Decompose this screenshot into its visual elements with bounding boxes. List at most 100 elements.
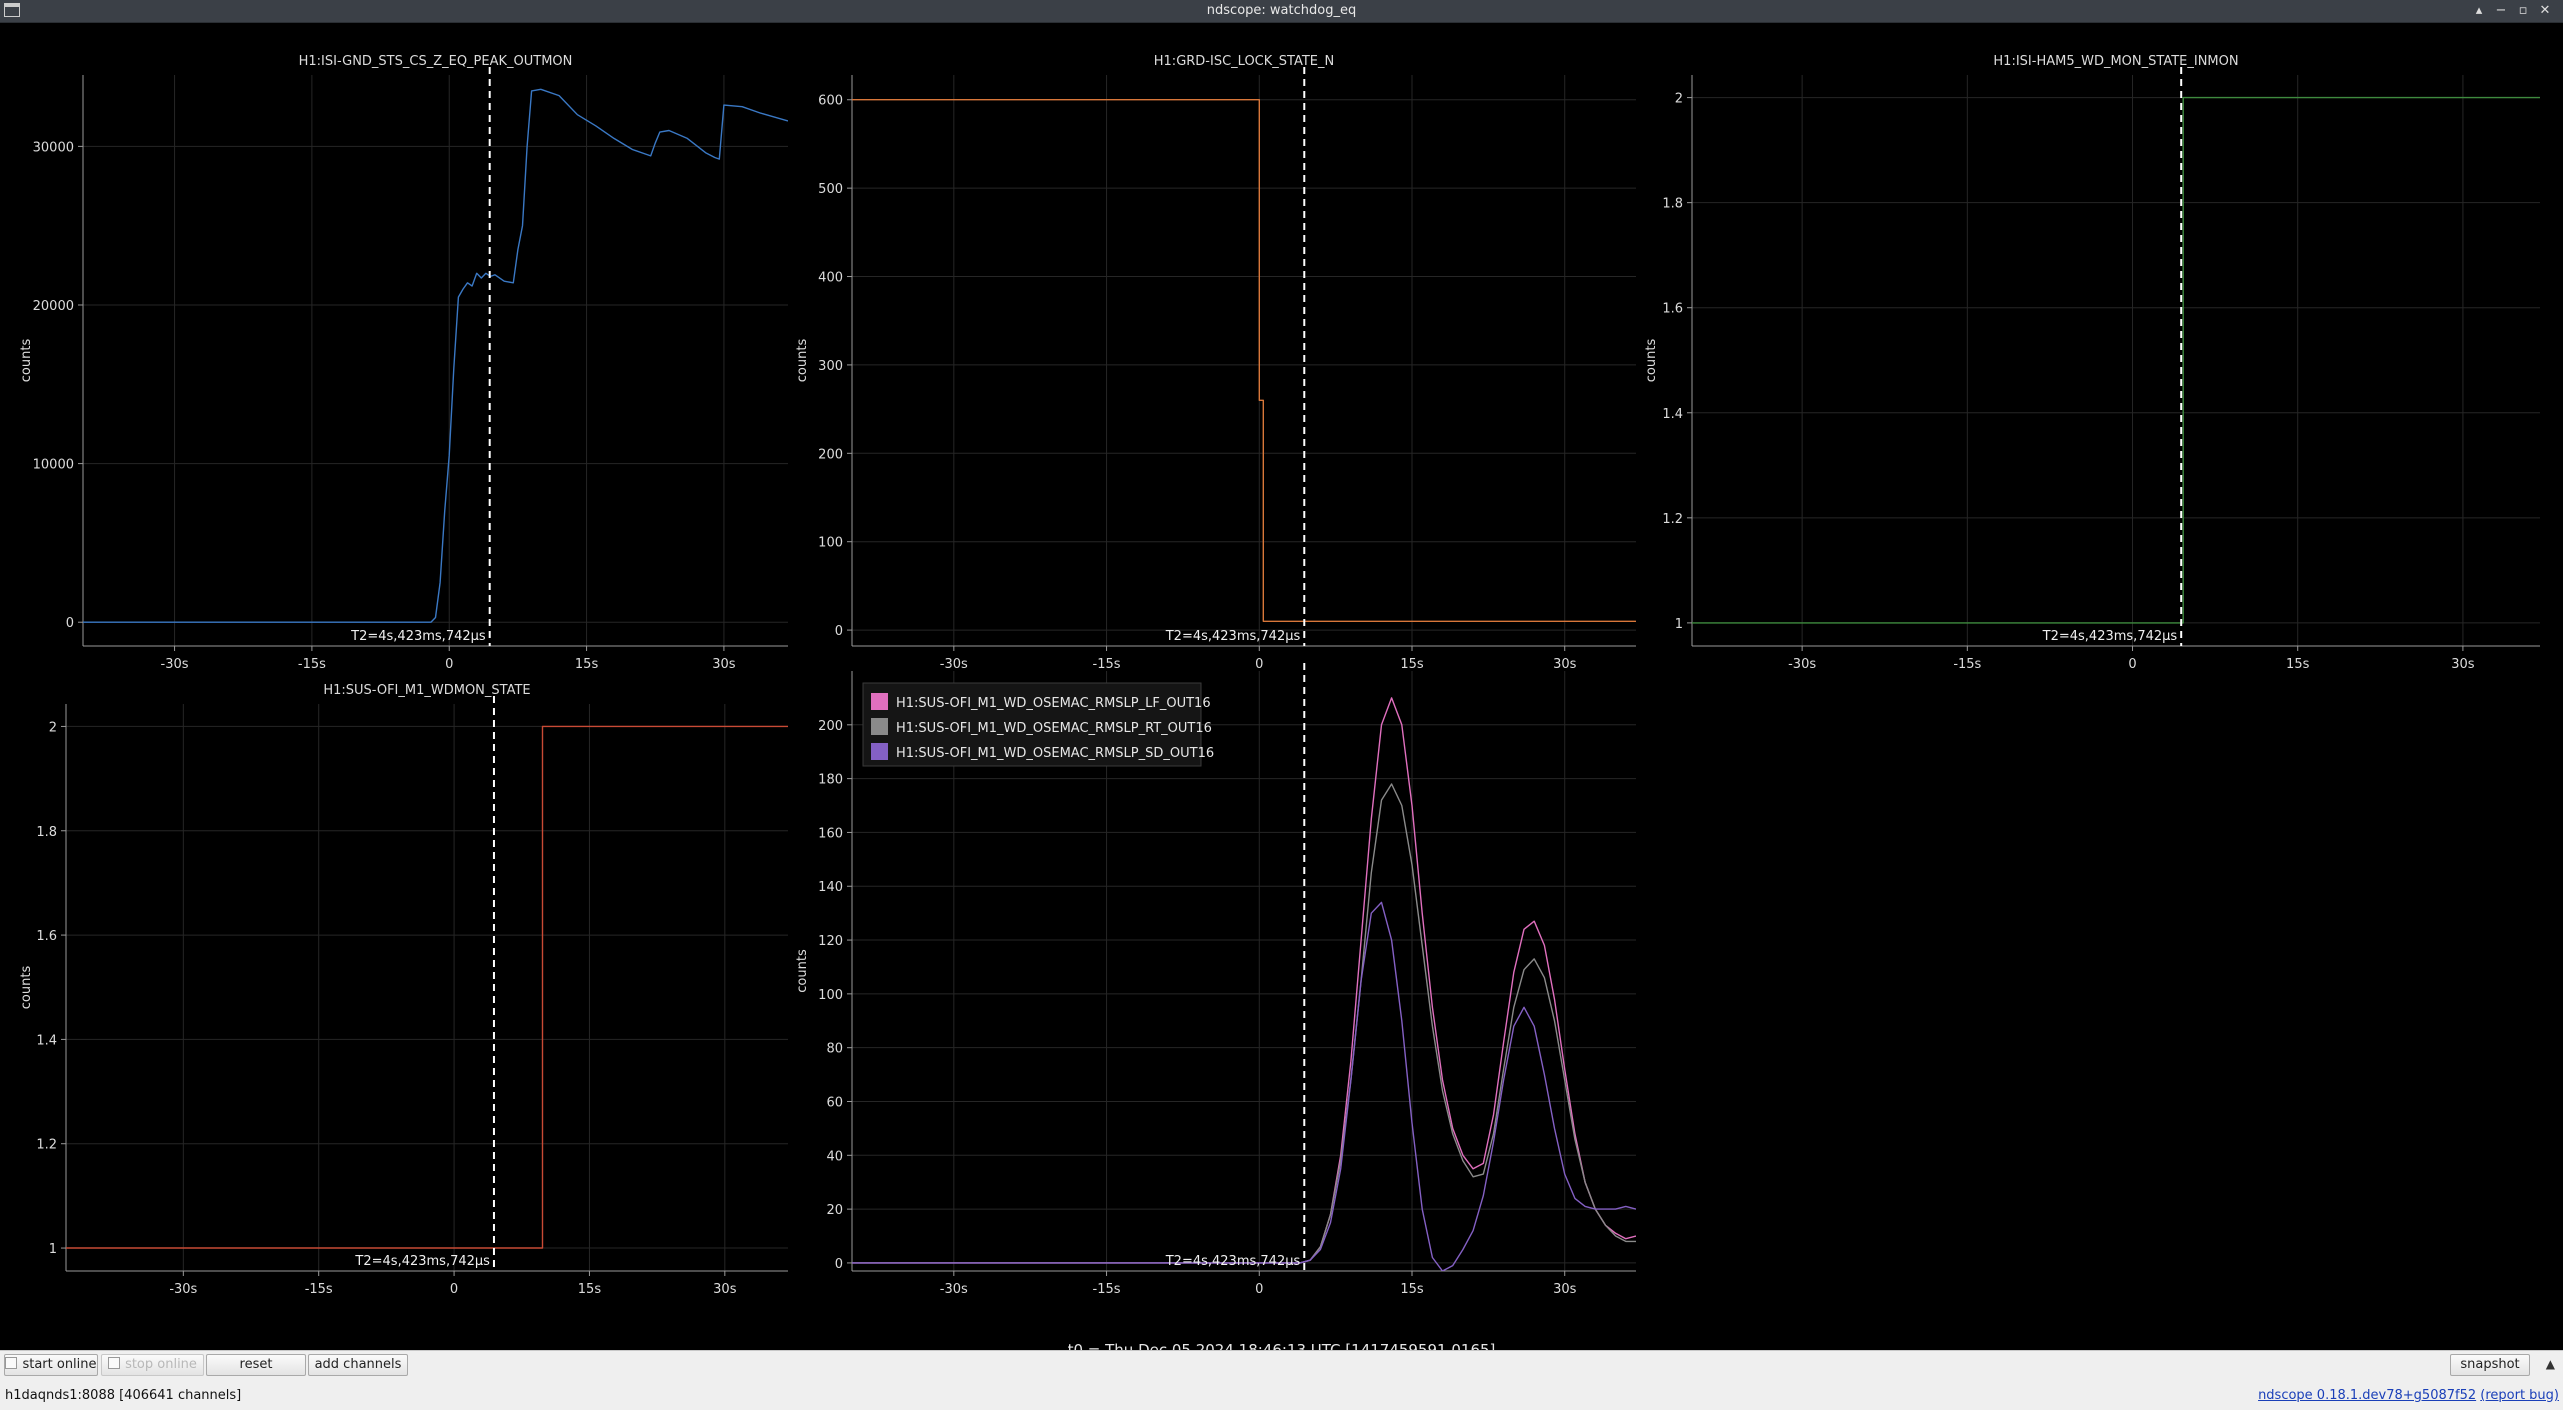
x-tick-label: 0: [445, 657, 453, 672]
cursor-label: T2=4s,423ms,742µs: [2042, 629, 2178, 644]
y-axis-label: counts: [795, 339, 810, 383]
y-axis-label: counts: [19, 966, 34, 1010]
y-tick-label: 600: [818, 94, 843, 109]
x-tick-label: 0: [1255, 657, 1263, 672]
snapshot-button[interactable]: snapshot: [2450, 1354, 2530, 1376]
y-axis-label: counts: [795, 949, 810, 993]
y-tick-label: 60: [826, 1095, 843, 1110]
play-icon: [5, 1357, 18, 1369]
y-tick-label: 80: [826, 1042, 843, 1057]
x-tick-label: -30s: [940, 657, 968, 672]
y-tick-label: 140: [818, 880, 843, 895]
cursor-label: T2=4s,423ms,742µs: [350, 629, 486, 644]
y-tick-label: 160: [818, 826, 843, 841]
y-tick-label: 1: [1675, 617, 1683, 632]
series-line-1: [66, 725, 788, 1249]
chart-title: H1:GRD-ISC_LOCK_STATE_N: [1154, 54, 1334, 69]
y-tick-label: 20: [826, 1203, 843, 1218]
x-tick-label: -15s: [1093, 657, 1121, 672]
x-tick-label: 0: [450, 1282, 458, 1297]
plot-grid[interactable]: -30s -15s 0 15s 30s0100002000030000H1:ISI-GN…: [0, 23, 2563, 1350]
add-channels-button[interactable]: add channels: [308, 1354, 408, 1376]
legend[interactable]: H1:SUS-OFI_M1_WD_OSEMAC_RMSLP_LF_OUT16 H1…: [862, 682, 1214, 767]
series-line-1: [852, 98, 1636, 622]
legend-swatch: [871, 743, 888, 760]
series-line-1: [83, 88, 788, 623]
x-tick-label: 30s: [1553, 657, 1577, 672]
chart-title: H1:ISI-GND_STS_CS_Z_EQ_PEAK_OUTMON: [299, 54, 573, 69]
y-tick-label: 2: [49, 720, 57, 735]
keep-above-button[interactable]: ▴: [2470, 2, 2488, 20]
x-tick-label: -30s: [940, 1282, 968, 1297]
x-tick-label: 30s: [713, 1282, 737, 1297]
start-online-button[interactable]: start online: [4, 1354, 98, 1376]
y-tick-label: 2: [1675, 92, 1683, 107]
legend-swatch: [871, 693, 888, 710]
y-tick-label: 100: [818, 536, 843, 551]
y-tick-label: 30000: [33, 140, 74, 155]
legend-swatch: [871, 718, 888, 735]
y-tick-label: 1.2: [36, 1138, 57, 1153]
chart-4[interactable]: -30s -15s 0 15s 30s 1 1.2 1.4 1.6 1.8 2 H1:SUS-OFI_…: [19, 683, 788, 1297]
series-line-2: [852, 783, 1636, 1264]
minimize-button[interactable]: −: [2492, 2, 2510, 20]
stop-online-button: stop online: [101, 1354, 204, 1376]
y-tick-label: 120: [818, 934, 843, 949]
y-tick-label: 10000: [33, 458, 74, 473]
cursor-label: T2=4s,423ms,742µs: [1165, 629, 1301, 644]
chart-5[interactable]: -30s -15s 0 15s 30s 0 20 40 60 80 100 120 140 160 180 2…: [795, 663, 1636, 1297]
chart-2[interactable]: -30s -15s 0 15s 30s 0 100 200 300 400 500 600 H1:GRD…: [795, 54, 1636, 672]
x-tick-label: 15s: [575, 657, 599, 672]
y-tick-label: 180: [818, 773, 843, 788]
reset-button[interactable]: reset: [206, 1354, 306, 1376]
control-bar: start online stop online reset add chann…: [0, 1350, 2563, 1410]
y-tick-label: 40: [826, 1149, 843, 1164]
legend-label: H1:SUS-OFI_M1_WD_OSEMAC_RMSLP_LF_OUT16: [896, 696, 1211, 711]
version-link[interactable]: ndscope 0.18.1.dev78+g5087f52: [2258, 1388, 2476, 1403]
chart-1[interactable]: -30s -15s 0 15s 30s 0 10000 20000 30000 H1:ISI-GN…: [19, 54, 788, 672]
y-tick-label: 500: [818, 182, 843, 197]
plot-area: -30s -15s 0 15s 30s 0 10000 20000 30000 H1:ISI-GN…: [0, 23, 2563, 1359]
x-tick-label: 0: [1255, 1282, 1263, 1297]
x-tick-label: -15s: [305, 1282, 333, 1297]
legend-label: H1:SUS-OFI_M1_WD_OSEMAC_RMSLP_SD_OUT16: [896, 746, 1214, 761]
stop-icon: [108, 1357, 121, 1369]
x-tick-label: 15s: [578, 1282, 602, 1297]
title-bar: ndscope: watchdog_eq ▴ − ▫ ✕: [0, 0, 2563, 23]
y-tick-label: 1.4: [36, 1033, 57, 1048]
x-tick-label: 30s: [1553, 1282, 1577, 1297]
series-line-1: [1692, 96, 2540, 624]
y-tick-label: 200: [818, 447, 843, 462]
x-tick-label: -15s: [298, 657, 326, 672]
x-tick-label: 30s: [712, 657, 736, 672]
window-title: ndscope: watchdog_eq: [1206, 3, 1357, 18]
y-tick-label: 20000: [33, 299, 74, 314]
y-tick-label: 1.4: [1662, 407, 1683, 422]
chart-title: H1:SUS-OFI_M1_WDMON_STATE: [323, 683, 530, 698]
y-tick-label: 1.6: [36, 929, 57, 944]
stop-online-label: stop online: [125, 1357, 197, 1372]
collapse-arrow-icon[interactable]: ▲: [2546, 1357, 2555, 1371]
y-tick-label: 200: [818, 719, 843, 734]
x-tick-label: 0: [2128, 657, 2136, 672]
y-tick-label: 1.6: [1662, 302, 1683, 317]
y-tick-label: 0: [835, 624, 843, 639]
cursor-label: T2=4s,423ms,742µs: [354, 1254, 490, 1269]
series-line-1: [852, 697, 1636, 1264]
legend-label: H1:SUS-OFI_M1_WD_OSEMAC_RMSLP_RT_OUT16: [896, 721, 1212, 736]
y-tick-label: 1: [49, 1242, 57, 1257]
chart-3[interactable]: -30s -15s 0 15s 30s 1 1.2 1.4 1.6 1.8 2 H1:ISI-HAM5…: [1644, 54, 2540, 672]
maximize-button[interactable]: ▫: [2514, 2, 2532, 20]
y-axis-label: counts: [1644, 339, 1659, 383]
y-tick-label: 1.8: [1662, 197, 1683, 212]
y-tick-label: 0: [66, 616, 74, 631]
report-bug-link[interactable]: (report bug): [2480, 1388, 2559, 1403]
x-tick-label: -30s: [1788, 657, 1816, 672]
x-tick-label: -30s: [161, 657, 189, 672]
close-button[interactable]: ✕: [2536, 2, 2554, 20]
y-tick-label: 1.8: [36, 825, 57, 840]
x-tick-label: 15s: [1400, 657, 1424, 672]
series-line-3: [852, 901, 1636, 1271]
x-tick-label: 30s: [2451, 657, 2475, 672]
y-tick-label: 100: [818, 988, 843, 1003]
